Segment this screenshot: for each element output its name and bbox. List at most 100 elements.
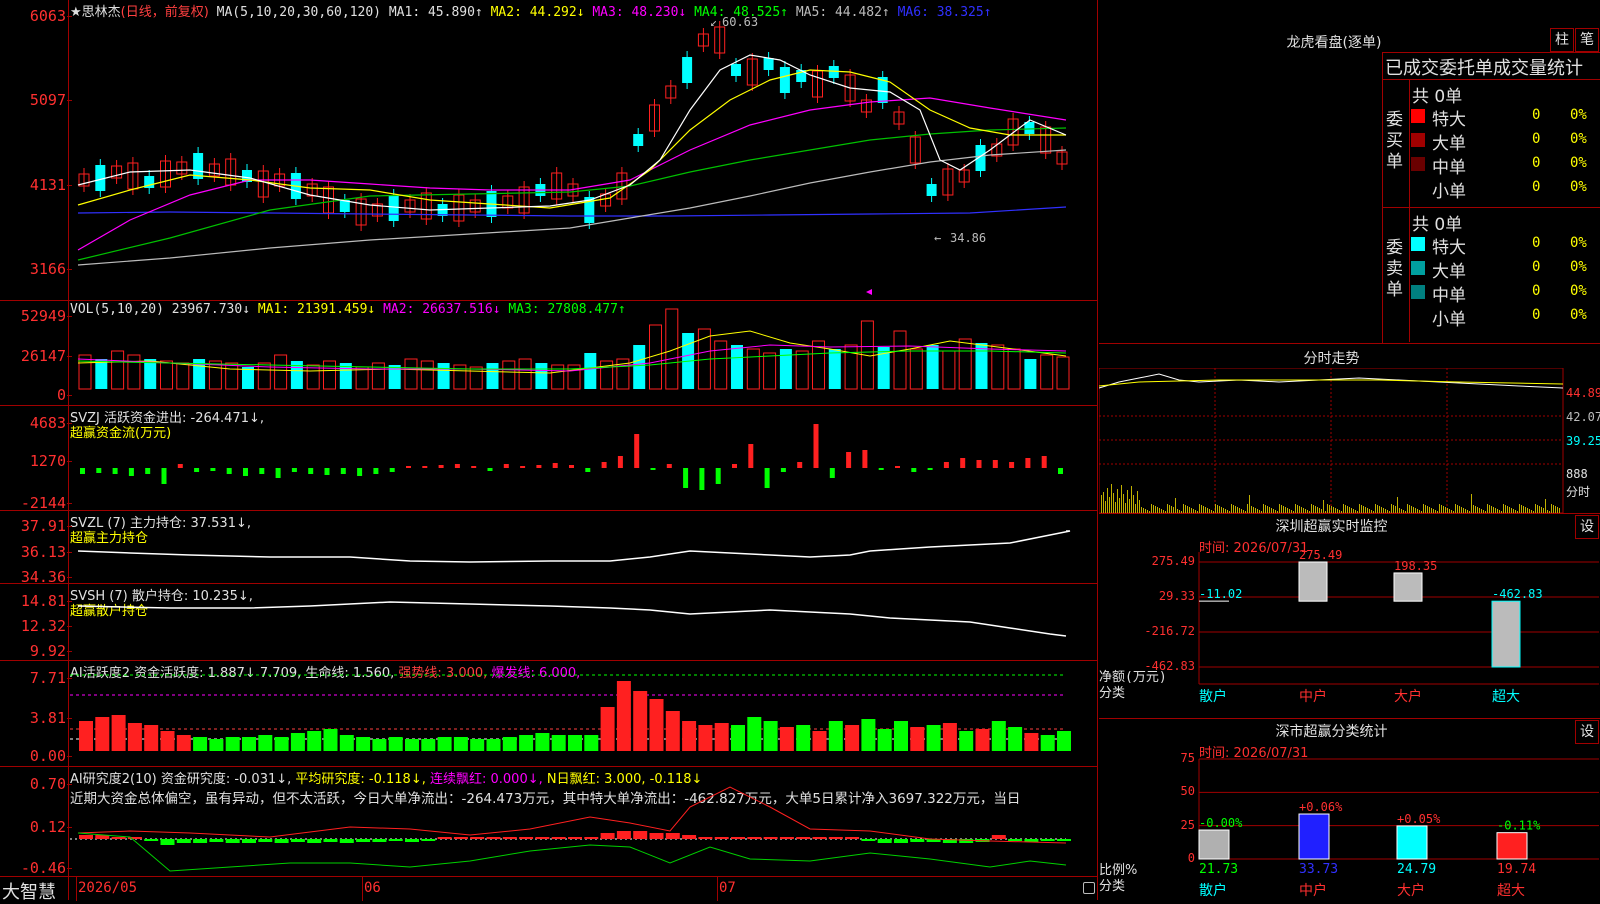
fund-flow-bar (454, 464, 460, 468)
fund-flow-bar (406, 466, 411, 468)
intraday-volume-bar (1457, 505, 1458, 513)
svzj-pane[interactable]: SVZJ 活跃资金进出: -264.471↓, 超赢资金流(万元) 4683 1… (0, 405, 1098, 512)
intraday-volume-bar (1315, 506, 1316, 513)
realtime-monitor-panel[interactable]: 深圳超赢实时监控 设 时间: 2026/07/31 -11.02 275.49 19… (1099, 513, 1600, 719)
intraday-volume-bar (1111, 484, 1112, 513)
ai-research-pane[interactable]: AI研究度2(10) 资金研究度: -0.031↓, 平均研究度: -0.118… (0, 766, 1098, 877)
intraday-volume-bar (1545, 499, 1546, 513)
fund-flow-bar (324, 468, 330, 475)
ai2-svg (70, 786, 1071, 872)
monitor-value-label: -462.83 (1492, 587, 1543, 601)
activity-bar (290, 733, 305, 751)
fund-flow-bar (357, 468, 363, 476)
research-bar (290, 839, 305, 842)
activity-bar (942, 723, 957, 751)
intraday-volume-bar (1107, 488, 1108, 513)
classify-bar (1298, 813, 1330, 860)
candle-body (388, 195, 399, 221)
activity-bar (421, 739, 436, 751)
color-swatch (1411, 157, 1425, 171)
intraday-volume-bar (1519, 504, 1520, 513)
kline-pane[interactable]: ★思林杰(日线，前复权) MA(5,10,20,30,60,120) MA1: … (0, 0, 1098, 300)
research-bar (584, 837, 599, 839)
fund-flow-bar (601, 462, 607, 468)
activity-bar (437, 737, 452, 751)
intraday-volume-bar (1187, 506, 1188, 513)
fund-flow-bar (177, 464, 183, 468)
intraday-volume-bar (1393, 505, 1394, 513)
activity-bar (633, 691, 648, 751)
ai2-y-label: 0.70 (0, 775, 72, 793)
color-swatch (1411, 285, 1425, 299)
vol-pane[interactable]: VOL(5,10,20) 23967.730↓ MA1: 21391.459↓ … (0, 300, 1098, 406)
intraday-volume-bar (1151, 504, 1152, 513)
intraday-volume-bar (1297, 505, 1298, 513)
research-bar (242, 839, 256, 843)
svsh-pane[interactable]: SVSH (7) 散户持仓: 10.235↓, 超赢散户持仓 14.81 12.… (0, 583, 1098, 661)
svzl-pane[interactable]: SVZL (7) 主力持仓: 37.531↓, 超赢主力持仓 37.91 36.… (0, 510, 1098, 586)
research-bar (453, 837, 468, 839)
intraday-volume-bar (1475, 506, 1476, 513)
left-chart-area[interactable]: ★思林杰(日线，前复权) MA(5,10,20,30,60,120) MA1: … (0, 0, 1098, 903)
intraday-volume-bar (1487, 504, 1488, 513)
intraday-volume-bar (1155, 506, 1156, 513)
intraday-volume-bar (1295, 504, 1296, 513)
research-bar (258, 839, 273, 842)
ai2-y-label: -0.46 (0, 859, 72, 877)
order-count: 0 (1532, 131, 1541, 147)
intraday-volume-bar (1329, 505, 1330, 513)
fund-flow-bar (96, 468, 102, 473)
intraday-panel[interactable]: 分时走势 44.89 42.07 39.25 888 分时 (1099, 343, 1600, 514)
intraday-svg (1099, 368, 1564, 514)
volume-bar (763, 352, 777, 390)
intraday-volume-bar (1129, 499, 1130, 513)
retail-position-line (77, 601, 1067, 637)
intraday-volume-bar (1265, 505, 1266, 513)
research-bar (111, 837, 126, 839)
pen-view-button[interactable]: 笔 (1575, 28, 1599, 52)
color-swatch (1411, 261, 1425, 275)
volume-bar (584, 353, 597, 389)
candle-body (763, 58, 774, 70)
classify-xlabel: 分类 (1099, 879, 1126, 894)
intraday-volume-bar (1313, 505, 1314, 513)
intraday-volume-bar (1113, 493, 1114, 513)
research-bar (388, 839, 403, 841)
ai-activity-pane[interactable]: AI活跃度2 资金活跃度: 1.887↓ 7.709, 生命线: 1.560, … (0, 660, 1098, 767)
lock-icon[interactable] (1083, 882, 1095, 894)
intraday-volume-bar (1523, 506, 1524, 513)
intraday-volume-bar (1169, 505, 1170, 513)
fund-flow-bar (927, 468, 933, 470)
candle-body (779, 67, 790, 93)
main-position-line (77, 530, 1071, 563)
fund-flow-bar (291, 468, 297, 472)
fund-flow-bar (715, 468, 721, 484)
research-red-line (77, 786, 1067, 844)
monitor-value-label: -11.02 (1199, 587, 1242, 601)
fund-flow-bar (943, 462, 949, 468)
fund-flow-bar (503, 464, 509, 468)
fund-flow-bar (748, 444, 754, 468)
fund-flow-bar (275, 468, 281, 478)
bar-view-button[interactable]: 柱 (1550, 28, 1574, 52)
order-pct: 0% (1570, 155, 1587, 171)
classification-panel[interactable]: 深市超赢分类统计 设 时间: 2026/07/31 -0.00% 21.73 +0.… (1099, 718, 1600, 901)
fund-flow-bar (650, 468, 656, 470)
intraday-volume-bar (1551, 504, 1552, 513)
volume-bar (518, 358, 532, 390)
ai2-y-label: 0.12 (0, 818, 72, 836)
dragon-tiger-panel[interactable]: 龙虎看盘(逐单) 柱 笔 已成交委托单成交量统计 委买单 委卖单 共 0单 共 … (1099, 0, 1600, 343)
fund-flow-bar (520, 466, 526, 468)
date-axis-bar: 大智慧 2026/05 06 07 (0, 876, 1098, 903)
volume-bar (893, 330, 907, 390)
intraday-volume-bar (1133, 495, 1134, 513)
research-bar (502, 837, 517, 839)
ai1-y-label: 3.81 (0, 709, 72, 727)
volume-bar (420, 360, 434, 390)
intraday-y-label: 44.89 (1566, 386, 1600, 400)
research-bar (209, 839, 224, 842)
vol-y-label: 0 (0, 386, 72, 404)
fund-flow-bar (438, 465, 444, 468)
fund-flow-bar (813, 424, 819, 468)
research-bar (551, 837, 566, 839)
